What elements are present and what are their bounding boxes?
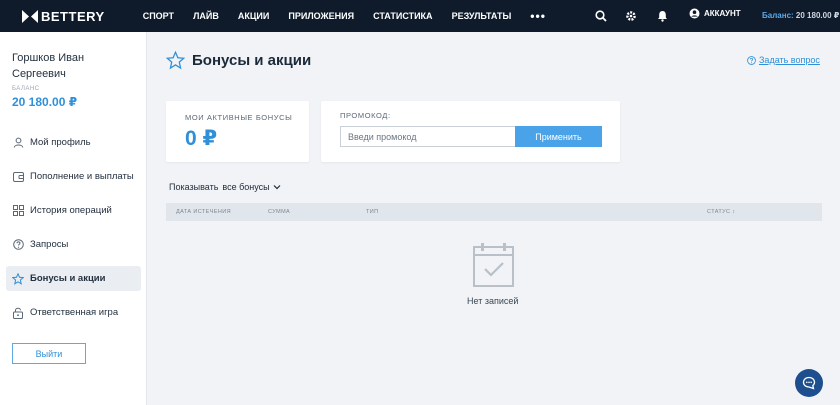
column-status[interactable]: СТАТУС ↕: [707, 209, 736, 215]
gear-icon[interactable]: [624, 9, 638, 23]
lock-icon: [12, 307, 24, 319]
nav-item-sport[interactable]: СПОРТ: [143, 11, 174, 21]
sidebar-item-label: Мой профиль: [30, 137, 91, 148]
column-status-label: СТАТУС: [707, 209, 731, 215]
sidebar-item-label: Бонусы и акции: [30, 273, 106, 284]
sidebar-item-label: Запросы: [30, 239, 69, 250]
nav-more-button[interactable]: •••: [530, 10, 546, 22]
chevron-down-icon: [273, 185, 281, 190]
top-bar: BETTERY СПОРТ ЛАЙВ АКЦИИ ПРИЛОЖЕНИЯ СТАТ…: [0, 0, 840, 32]
ask-question-link[interactable]: Задать вопрос: [747, 55, 820, 65]
ask-question-label: Задать вопрос: [759, 55, 820, 65]
nav-item-live[interactable]: ЛАЙВ: [193, 11, 219, 21]
account-label: АККАУНТ: [704, 9, 741, 18]
filter-value: все бонусы: [222, 182, 270, 192]
logo-icon: [22, 9, 38, 23]
sidebar-item-bonuses[interactable]: Бонусы и акции: [6, 266, 141, 291]
page-title: Бонусы и акции: [192, 52, 312, 69]
sidebar-item-payments[interactable]: Пополнение и выплаты: [6, 164, 141, 189]
nav-item-apps[interactable]: ПРИЛОЖЕНИЯ: [288, 11, 354, 21]
sidebar-item-label: Пополнение и выплаты: [30, 171, 134, 182]
bonus-filter: Показывать все бонусы: [169, 182, 281, 192]
sidebar-item-profile[interactable]: Мой профиль: [6, 130, 141, 155]
brand-name: BETTERY: [41, 8, 105, 24]
active-bonuses-value: 0 ₽: [185, 127, 218, 150]
sidebar-balance-value: 20 180.00 ₽: [12, 95, 78, 109]
sidebar-item-history[interactable]: История операций: [6, 198, 141, 223]
account-button[interactable]: АККАУНТ: [689, 8, 741, 19]
bell-icon[interactable]: [655, 9, 669, 23]
filter-label: Показывать: [169, 182, 219, 192]
promo-code-label: ПРОМОКОД:: [340, 111, 391, 120]
page-header: Бонусы и акции: [166, 51, 311, 70]
column-type[interactable]: ТИП: [366, 209, 378, 215]
nav-item-promotions[interactable]: АКЦИИ: [238, 11, 270, 21]
sidebar-item-label: История операций: [30, 205, 112, 216]
column-amount[interactable]: СУММА: [268, 209, 290, 215]
filter-dropdown[interactable]: все бонусы: [222, 182, 281, 192]
header-balance: Баланс: 20 180.00 ₽: [762, 11, 839, 20]
question-icon: [12, 239, 24, 251]
user-icon: [12, 137, 24, 149]
chat-icon: [802, 376, 816, 390]
sidebar-item-responsible-gaming[interactable]: Ответственная игра: [6, 300, 141, 325]
grid-icon: [12, 205, 24, 217]
active-bonuses-card: МОИ АКТИВНЫЕ БОНУСЫ 0 ₽: [166, 101, 309, 162]
question-icon: [747, 55, 756, 65]
logout-button[interactable]: Выйти: [12, 343, 86, 364]
sort-icon: ↕: [732, 209, 736, 215]
wallet-icon: [12, 171, 24, 183]
search-icon[interactable]: [594, 9, 608, 23]
promo-code-card: ПРОМОКОД: Применить: [321, 101, 620, 162]
user-icon: [689, 8, 700, 19]
sidebar-item-label: Ответственная игра: [30, 307, 119, 318]
sidebar: Горшков Иван Сергеевич БАЛАНС 20 180.00 …: [0, 32, 147, 405]
bonus-table-header: ДАТА ИСТЕЧЕНИЯ СУММА ТИП СТАТУС ↕: [166, 203, 822, 221]
nav-item-results[interactable]: РЕЗУЛЬТАТЫ: [452, 11, 512, 21]
brand-logo[interactable]: BETTERY: [22, 9, 105, 24]
chat-button[interactable]: [795, 369, 823, 397]
star-icon: [166, 51, 185, 70]
header-balance-value: 20 180.00 ₽: [795, 11, 840, 20]
nav-item-statistics[interactable]: СТАТИСТИКА: [373, 11, 432, 21]
sidebar-item-requests[interactable]: Запросы: [6, 232, 141, 257]
sidebar-balance-label: БАЛАНС: [12, 86, 40, 92]
user-name: Горшков Иван Сергеевич: [12, 52, 85, 80]
header-balance-label: Баланс:: [762, 11, 794, 20]
star-icon: [12, 272, 24, 285]
promo-code-input[interactable]: [340, 126, 515, 147]
empty-calendar-icon: [472, 242, 515, 293]
active-bonuses-label: МОИ АКТИВНЫЕ БОНУСЫ: [185, 113, 293, 122]
apply-promo-button[interactable]: Применить: [515, 126, 602, 147]
column-expiry-date[interactable]: ДАТА ИСТЕЧЕНИЯ: [176, 209, 231, 215]
main-nav: СПОРТ ЛАЙВ АКЦИИ ПРИЛОЖЕНИЯ СТАТИСТИКА Р…: [143, 10, 546, 22]
empty-state-text: Нет записей: [467, 296, 519, 306]
